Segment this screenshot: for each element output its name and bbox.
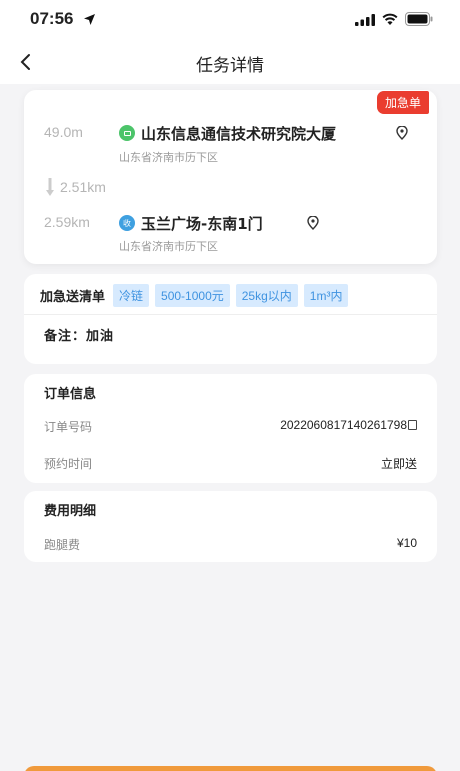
tag-item: 冷链: [113, 284, 150, 307]
tag-item: 25kg以内: [235, 284, 298, 307]
order-info-title: 订单信息: [44, 387, 97, 402]
middle-distance: 2.51km: [46, 178, 106, 196]
start-address-name: 山东信息通信技术研究院大厦: [141, 125, 337, 143]
status-time: 07:56: [30, 9, 74, 28]
delivery-list-card: 加急送清单 冷链 500-1000元 25kg以内 1m³内 备注：加油: [24, 274, 437, 364]
cellular-signal-icon: [355, 14, 375, 26]
end-address-name: 玉兰广场-东南1门: [141, 215, 263, 233]
fee-detail-title: 费用明细: [44, 504, 97, 519]
battery-icon: [405, 12, 433, 26]
runner-fee-value: ¥10: [396, 536, 417, 550]
appointment-time-value: 立即送: [380, 457, 417, 471]
status-bar: 07:56: [0, 0, 460, 40]
end-distance: 2.59km: [44, 214, 90, 230]
bottom-action-button[interactable]: [24, 766, 437, 771]
tag-item: 1m³内: [303, 284, 349, 307]
location-pin-icon[interactable]: [396, 126, 408, 140]
arrow-down-icon: [46, 178, 54, 196]
middle-distance-value: 2.51km: [60, 179, 106, 195]
order-number-value: 20220608171402617​98: [280, 418, 417, 432]
tags-row: 加急送清单 冷链 500-1000元 25kg以内 1m³内: [40, 284, 349, 307]
start-distance: 49.0m: [44, 124, 83, 140]
order-note: 备注：加油: [44, 329, 115, 344]
delivery-list-title: 加急送清单: [40, 290, 106, 305]
end-address-region: 山东省济南市历下区: [119, 240, 218, 253]
divider: [24, 314, 437, 315]
appointment-time-label: 预约时间: [44, 457, 93, 471]
runner-fee-label: 跑腿费: [44, 538, 81, 552]
urgent-badge: 加急单: [376, 91, 429, 114]
copy-icon[interactable]: [408, 420, 417, 430]
pickup-icon: [119, 125, 135, 141]
order-info-card: 订单信息 订单号码 20220608171402617​98 预约时间 立即送: [24, 374, 437, 483]
order-number-text: 20220608171402617​98: [280, 418, 407, 432]
wifi-icon: [382, 13, 398, 25]
location-pin-icon[interactable]: [307, 216, 319, 230]
fee-detail-card: 费用明细 跑腿费 ¥10: [24, 491, 437, 562]
page-title: 任务详情: [196, 56, 264, 76]
receive-icon: 收: [119, 215, 135, 231]
start-address-region: 山东省济南市历下区: [119, 151, 218, 164]
order-number-label: 订单号码: [44, 420, 93, 434]
tag-item: 500-1000元: [155, 284, 230, 307]
location-arrow-icon: [84, 14, 95, 25]
route-card: 加急单 49.0m 山东信息通信技术研究院大厦 山东省济南市历下区 2.51km…: [24, 90, 437, 264]
nav-bar: 任务详情: [0, 40, 460, 84]
